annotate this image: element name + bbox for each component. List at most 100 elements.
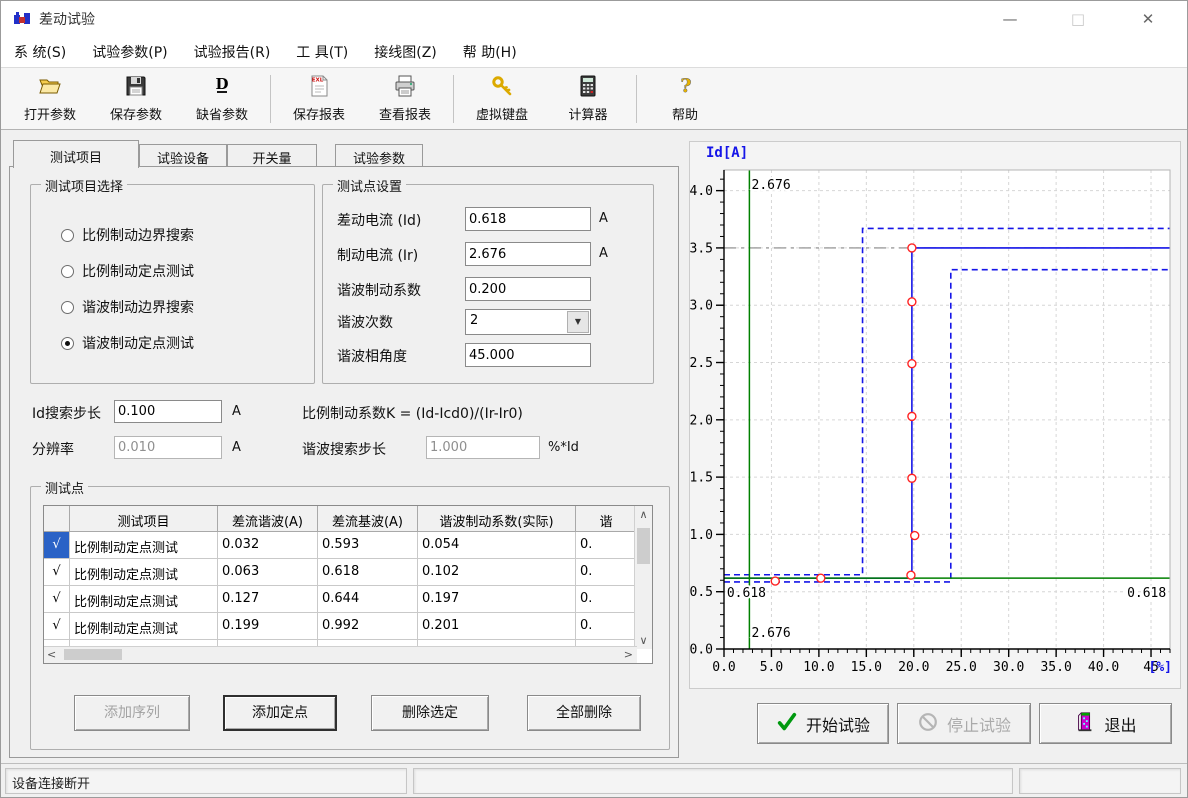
vertical-scrollbar[interactable]: ∧∨ bbox=[634, 506, 652, 649]
status-message: 设备连接断开 bbox=[5, 768, 407, 794]
folder-open-icon bbox=[38, 74, 62, 102]
field-label: 差动电流 (Id) bbox=[337, 210, 421, 230]
row-check-cell[interactable]: √ bbox=[44, 559, 70, 586]
table-cell[interactable]: 比例制动定点测试 bbox=[70, 532, 218, 559]
tab-switch-quantity[interactable]: 开关量 bbox=[227, 144, 317, 166]
column-header[interactable]: 谐波制动系数(实际) bbox=[418, 506, 576, 532]
menu-help[interactable]: 帮 助(H) bbox=[450, 37, 530, 67]
radio-harmonic-brake-boundary-search[interactable]: 谐波制动边界搜索 bbox=[61, 297, 194, 317]
svg-text:1.5: 1.5 bbox=[690, 471, 713, 486]
row-check-cell[interactable]: √ bbox=[44, 586, 70, 613]
table-cell[interactable]: 比例制动定点测试 bbox=[70, 613, 218, 640]
tab-test-items[interactable]: 测试项目 bbox=[13, 140, 139, 168]
default-params-button[interactable]: D缺省参数 bbox=[179, 71, 265, 127]
radio-icon[interactable] bbox=[61, 265, 74, 278]
table-row[interactable]: √比例制动定点测试0.1990.9920.2010. bbox=[44, 613, 637, 640]
floppy-icon bbox=[124, 74, 148, 102]
row-check-cell[interactable]: √ bbox=[44, 532, 70, 559]
view-report-button[interactable]: 查看报表 bbox=[362, 71, 448, 127]
svg-text:0.618: 0.618 bbox=[1127, 586, 1166, 601]
radio-icon[interactable] bbox=[61, 229, 74, 242]
table-cell[interactable]: 比例制动定点测试 bbox=[70, 559, 218, 586]
id-step-input[interactable] bbox=[114, 400, 222, 423]
field-label: 谐波相角度 bbox=[337, 346, 407, 366]
open-params-button[interactable]: 打开参数 bbox=[7, 71, 93, 127]
table-cell[interactable]: 0.127 bbox=[218, 586, 318, 613]
exit-door-icon bbox=[1074, 711, 1104, 737]
table-cell[interactable]: 0.992 bbox=[318, 613, 418, 640]
menu-tools[interactable]: 工 具(T) bbox=[283, 37, 361, 67]
column-header[interactable]: 测试项目 bbox=[70, 506, 218, 532]
svg-text:0.618: 0.618 bbox=[727, 586, 766, 601]
restraint-current-input[interactable] bbox=[465, 242, 591, 266]
svg-text:1.0: 1.0 bbox=[690, 528, 713, 543]
table-cell[interactable]: 0.199 bbox=[218, 613, 318, 640]
svg-text:4.0: 4.0 bbox=[690, 184, 713, 199]
menu-wiring-diagram[interactable]: 接线图(Z) bbox=[361, 37, 450, 67]
column-header[interactable] bbox=[44, 506, 70, 532]
column-header[interactable]: 差流谐波(A) bbox=[218, 506, 318, 532]
table-cell[interactable]: 0.201 bbox=[418, 613, 576, 640]
calculator-button[interactable]: 计算器 bbox=[545, 71, 631, 127]
minimize-button[interactable]: — bbox=[987, 1, 1033, 37]
column-header[interactable]: 谐 bbox=[576, 506, 637, 532]
harmonic-phase-angle-input[interactable] bbox=[465, 343, 591, 367]
calculator-icon bbox=[576, 74, 600, 102]
table-cell[interactable]: 0. bbox=[576, 613, 637, 640]
tab-test-parameters[interactable]: 试验参数 bbox=[335, 144, 423, 166]
title-bar: 差动试验 — □ ✕ bbox=[1, 1, 1187, 37]
radio-harmonic-brake-fixed-point-test[interactable]: 谐波制动定点测试 bbox=[61, 333, 194, 353]
horizontal-scrollbar[interactable]: <> bbox=[44, 646, 637, 663]
menu-system[interactable]: 系 统(S) bbox=[1, 37, 79, 67]
menu-test-report[interactable]: 试验报告(R) bbox=[181, 37, 284, 67]
scroll-right-icon[interactable]: > bbox=[624, 648, 633, 661]
table-cell[interactable]: 0.054 bbox=[418, 532, 576, 559]
chevron-down-icon[interactable]: ▼ bbox=[567, 311, 589, 333]
virtual-keyboard-button[interactable]: 虚拟键盘 bbox=[459, 71, 545, 127]
table-row[interactable]: √比例制动定点测试0.0320.5930.0540. bbox=[44, 532, 637, 559]
row-check-cell[interactable]: √ bbox=[44, 613, 70, 640]
scroll-left-icon[interactable]: < bbox=[47, 648, 56, 661]
table-cell[interactable]: 0. bbox=[576, 532, 637, 559]
radio-selected-icon[interactable] bbox=[61, 337, 74, 350]
tab-test-device[interactable]: 试验设备 bbox=[139, 144, 227, 166]
table-cell[interactable]: 比例制动定点测试 bbox=[70, 586, 218, 613]
table-row[interactable]: √比例制动定点测试0.1270.6440.1970. bbox=[44, 586, 637, 613]
exit-button[interactable]: 退出 bbox=[1039, 703, 1172, 744]
table-cell[interactable]: 0.618 bbox=[318, 559, 418, 586]
maximize-button[interactable]: □ bbox=[1055, 1, 1101, 37]
close-button[interactable]: ✕ bbox=[1125, 1, 1171, 37]
toolbar: 打开参数保存参数D缺省参数EXL保存报表查看报表虚拟键盘计算器?帮助 bbox=[1, 68, 1187, 130]
menu-test-parameters[interactable]: 试验参数(P) bbox=[79, 37, 180, 67]
table-cell[interactable]: 0. bbox=[576, 586, 637, 613]
svg-text:2.0: 2.0 bbox=[690, 413, 713, 428]
differential-current-input[interactable] bbox=[465, 207, 591, 231]
letter-d-icon: D bbox=[210, 74, 234, 102]
table-cell[interactable]: 0. bbox=[576, 559, 637, 586]
add-fixed-point-button[interactable]: 添加定点 bbox=[223, 695, 337, 731]
scroll-up-icon[interactable]: ∧ bbox=[635, 508, 652, 521]
radio-icon[interactable] bbox=[61, 301, 74, 314]
table-cell[interactable]: 0.063 bbox=[218, 559, 318, 586]
save-report-button[interactable]: EXL保存报表 bbox=[276, 71, 362, 127]
radio-ratio-brake-boundary-search[interactable]: 比例制动边界搜索 bbox=[61, 225, 194, 245]
save-params-button[interactable]: 保存参数 bbox=[93, 71, 179, 127]
table-cell[interactable]: 0.644 bbox=[318, 586, 418, 613]
table-cell[interactable]: 0.593 bbox=[318, 532, 418, 559]
table-cell[interactable]: 0.102 bbox=[418, 559, 576, 586]
delete-selected-button[interactable]: 删除选定 bbox=[371, 695, 489, 731]
harmonic-brake-coefficient-input[interactable] bbox=[465, 277, 591, 301]
start-test-button[interactable]: 开始试验 bbox=[757, 703, 889, 744]
radio-ratio-brake-fixed-point-test[interactable]: 比例制动定点测试 bbox=[61, 261, 194, 281]
scroll-down-icon[interactable]: ∨ bbox=[635, 634, 652, 647]
table-row[interactable]: √比例制动定点测试0.0630.6180.1020. bbox=[44, 559, 637, 586]
help-button[interactable]: ?帮助 bbox=[642, 71, 728, 127]
column-header[interactable]: 差流基波(A) bbox=[318, 506, 418, 532]
svg-text:0.0: 0.0 bbox=[690, 643, 713, 658]
harmonic-order-select[interactable]: 2 ▼ bbox=[465, 309, 591, 335]
table-cell[interactable]: 0.032 bbox=[218, 532, 318, 559]
test-points-table[interactable]: 测试项目差流谐波(A)差流基波(A)谐波制动系数(实际)谐√比例制动定点测试0.… bbox=[43, 505, 653, 664]
groupbox-title: 测试项目选择 bbox=[41, 176, 127, 195]
delete-all-button[interactable]: 全部删除 bbox=[527, 695, 641, 731]
table-cell[interactable]: 0.197 bbox=[418, 586, 576, 613]
